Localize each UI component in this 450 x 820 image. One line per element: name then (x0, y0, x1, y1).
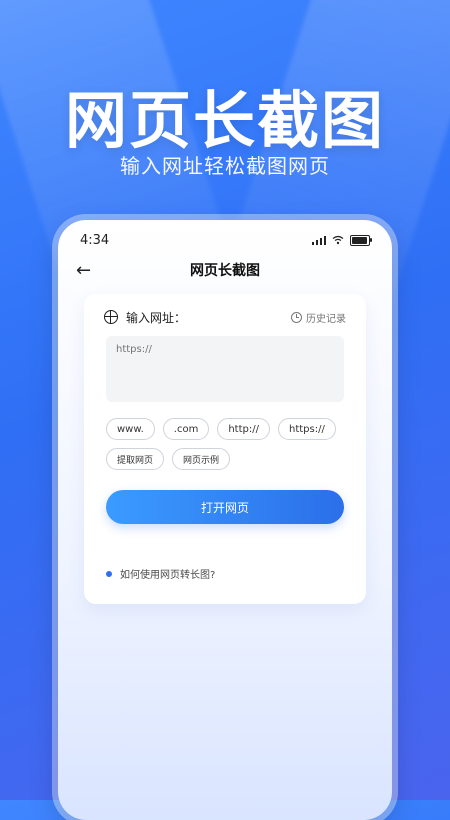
help-text: 如何使用网页转长图? (120, 570, 216, 581)
url-input[interactable] (106, 336, 344, 402)
card-header: 输入网址： 历史记录 (104, 308, 346, 326)
chip-www[interactable]: www. (106, 418, 155, 440)
hero-subtitle: 输入网址轻松截图网页 (120, 154, 330, 178)
chip-http[interactable]: http:// (217, 418, 270, 440)
chip-page-example[interactable]: 网页示例 (172, 448, 231, 470)
chip-com[interactable]: .com (162, 418, 210, 440)
url-label: 输入网址： (126, 310, 187, 325)
chip-row-1: www. .com http:// https:// (106, 418, 356, 440)
chip-row-2: 提取网页 网页示例 (106, 448, 356, 470)
history-button[interactable]: 历史记录 (291, 310, 346, 325)
phone-mockup: 4:34 ← 网页长截图 输入网址： 历史记录 https:// www. .c… (58, 220, 392, 820)
status-time: 4:34 (80, 232, 110, 248)
status-bar: 4:34 (80, 232, 372, 248)
wifi-icon (332, 235, 344, 245)
label-group: 输入网址： (104, 309, 186, 326)
history-label: 历史记录 (306, 313, 346, 325)
hero-title: 网页长截图 (64, 84, 385, 157)
quick-chips: www. .com http:// https:// 提取网页 网页示例 (106, 418, 356, 478)
top-nav: ← 网页长截图 (58, 258, 392, 282)
battery-icon (350, 234, 372, 246)
globe-icon (104, 310, 118, 324)
url-input-card: 输入网址： 历史记录 www. .com http:// https:// 提取… (84, 294, 366, 604)
chip-extract-page[interactable]: 提取网页 (106, 448, 165, 470)
status-icons (312, 234, 372, 246)
chip-https[interactable]: https:// (277, 418, 336, 440)
signal-icon (312, 235, 326, 245)
nav-title: 网页长截图 (190, 263, 260, 279)
arrow-left-icon[interactable]: ← (76, 260, 91, 281)
open-page-button[interactable]: 打开网页 (106, 490, 344, 524)
help-link[interactable]: 如何使用网页转长图? (106, 566, 215, 581)
bullet-dot (106, 570, 112, 577)
clock-icon (291, 311, 302, 323)
